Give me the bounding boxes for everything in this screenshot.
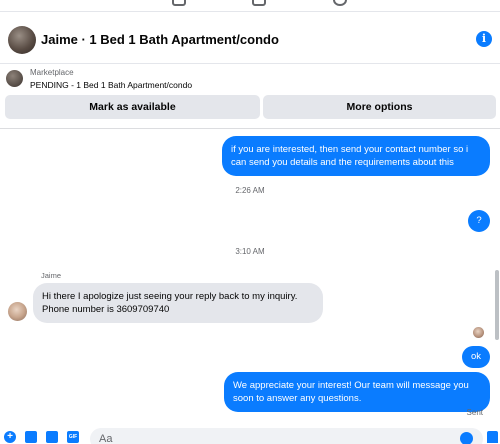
outgoing-message: ok [462,346,490,368]
scrollbar[interactable] [495,270,499,340]
timestamp: 2:26 AM [235,186,265,195]
marketplace-label: Marketplace [30,68,74,77]
image-icon[interactable] [25,431,37,443]
plus-icon[interactable]: + [4,431,16,443]
more-options-button[interactable]: More options [263,95,496,119]
listing-thumbnail [6,70,23,87]
groups-nav-icon[interactable] [252,0,266,6]
outgoing-message: We appreciate your interest! Our team wi… [224,372,490,412]
sender-avatar [8,302,27,321]
timestamp: 3:10 AM [235,247,265,256]
contact-avatar[interactable] [8,26,36,54]
sender-name: Jaime [41,271,62,280]
composer: + GIF [0,422,500,444]
sticker-icon[interactable] [46,431,58,443]
emoji-icon[interactable] [460,432,473,444]
sent-status: Sent [466,408,483,417]
message-input-box[interactable] [90,428,483,444]
gif-icon[interactable]: GIF [67,431,79,443]
marketplace-panel: Marketplace PENDING - 1 Bed 1 Bath Apart… [0,65,500,129]
outgoing-message: if you are interested, then send your co… [222,136,490,176]
chat-title[interactable]: Jaime · 1 Bed 1 Bath Apartment/condo [41,32,279,47]
profile-nav-icon[interactable] [333,0,347,6]
like-icon[interactable] [487,431,498,443]
mark-available-button[interactable]: Mark as available [5,95,260,119]
outgoing-message: ? [468,210,490,232]
chat-header: Jaime · 1 Bed 1 Bath Apartment/condo i [0,12,500,64]
conversation: if you are interested, then send your co… [0,130,500,420]
incoming-message: Hi there I apologize just seeing your re… [33,283,323,323]
listing-status: PENDING - 1 Bed 1 Bath Apartment/condo [30,80,193,90]
message-input[interactable] [90,428,450,444]
top-navigation-bar [0,0,500,12]
marketplace-nav-icon[interactable] [172,0,186,6]
seen-avatar [473,327,484,338]
info-icon[interactable]: i [476,31,492,47]
